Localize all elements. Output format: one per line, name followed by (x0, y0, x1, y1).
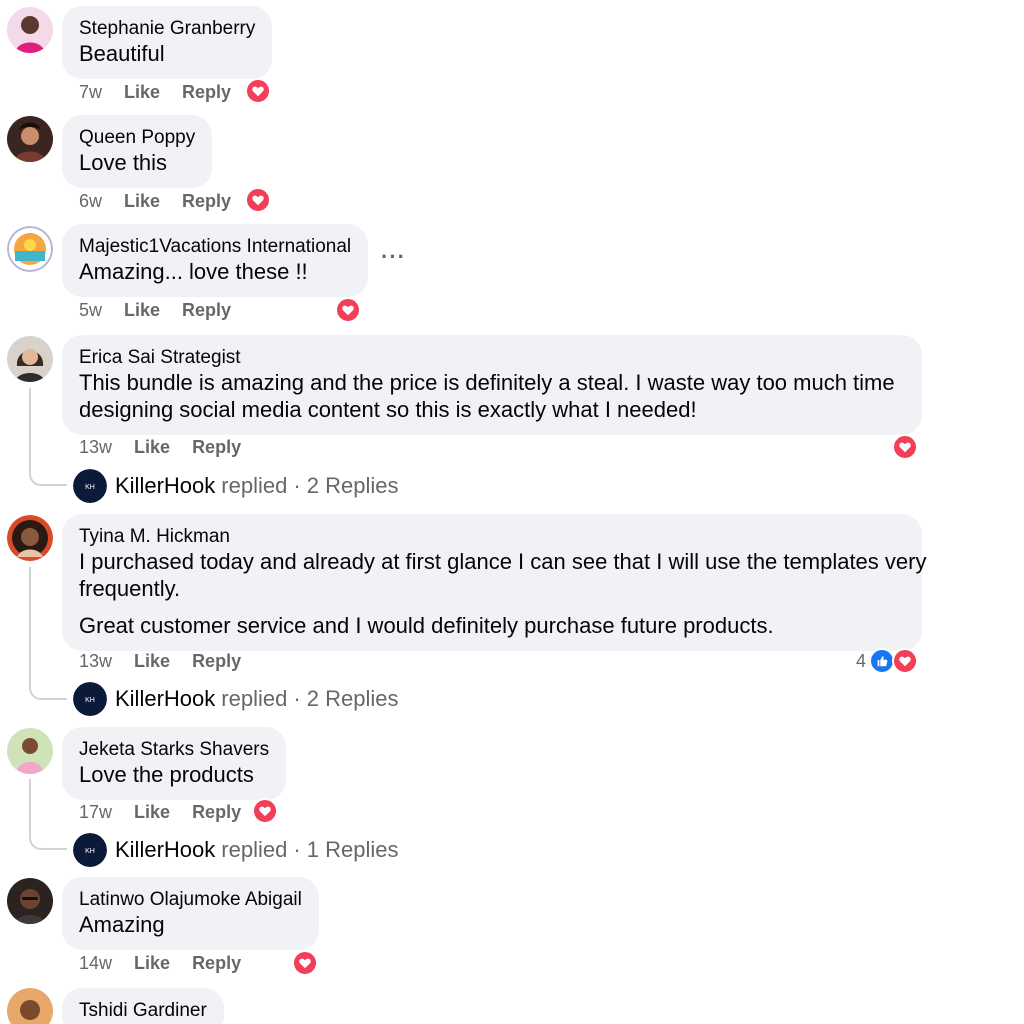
comment-actions: 7w Like Reply (79, 80, 253, 104)
avatar[interactable] (7, 7, 53, 53)
like-button[interactable]: Like (134, 651, 170, 672)
commenter-name[interactable]: Stephanie Granberry (79, 17, 255, 41)
svg-text:KH: KH (85, 484, 95, 491)
comment-actions: 6w Like Reply (79, 189, 253, 213)
comment-time[interactable]: 5w (79, 300, 102, 321)
comment-time[interactable]: 7w (79, 82, 102, 103)
reply-button[interactable]: Reply (192, 651, 241, 672)
avatar[interactable] (7, 878, 53, 924)
commenter-name[interactable]: Latinwo Olajumoke Abigail (79, 888, 302, 912)
replies-summary[interactable]: KH KillerHook replied · 2 Replies (73, 469, 398, 503)
comment-bubble: Erica Sai Strategist This bundle is amaz… (62, 335, 922, 435)
comment-text: designing social media content so this i… (79, 397, 697, 422)
comment-actions: 5w Like Reply (79, 298, 253, 322)
like-button[interactable]: Like (124, 300, 160, 321)
like-button[interactable]: Like (124, 191, 160, 212)
avatar[interactable] (7, 336, 53, 382)
like-button[interactable]: Like (134, 953, 170, 974)
thread-connector (29, 388, 67, 486)
comment-bubble: Tyina M. Hickman I purchased today and a… (62, 514, 927, 651)
replier-name[interactable]: KillerHook (115, 686, 215, 712)
avatar[interactable] (7, 515, 53, 561)
avatar[interactable] (7, 728, 53, 774)
comment-time[interactable]: 17w (79, 802, 112, 823)
comment-text: This bundle is amazing and the price is … (79, 370, 895, 395)
comment-text: Amazing... love these !! (79, 259, 308, 284)
comment-actions: 14w Like Reply (79, 951, 263, 975)
commenter-name[interactable]: Queen Poppy (79, 126, 195, 150)
thread-connector (29, 779, 67, 850)
replies-summary[interactable]: KH KillerHook replied · 1 Replies (73, 833, 398, 867)
comment-bubble: Majestic1Vacations International Amazing… (62, 224, 369, 297)
comment-bubble: Latinwo Olajumoke Abigail Amazing (62, 877, 319, 950)
reply-button[interactable]: Reply (182, 191, 231, 212)
comment-time[interactable]: 13w (79, 651, 112, 672)
love-reaction-icon[interactable] (252, 798, 278, 824)
reply-button[interactable]: Reply (192, 437, 241, 458)
comment-text: Love this (79, 150, 168, 175)
commenter-name[interactable]: Majestic1Vacations International (79, 235, 351, 259)
thread-connector (29, 567, 67, 700)
comment-actions: 13w Like Reply (79, 435, 263, 459)
commenter-name[interactable]: Tyina M. Hickman (79, 525, 905, 549)
replies-count[interactable]: 2 Replies (307, 473, 399, 499)
svg-text:KH: KH (85, 697, 95, 704)
comment-bubble: Stephanie Granberry Beautiful (62, 6, 273, 79)
replies-count[interactable]: 2 Replies (307, 686, 399, 712)
comment-text: Amazing (79, 912, 165, 937)
like-button[interactable]: Like (134, 437, 170, 458)
replies-summary[interactable]: KH KillerHook replied · 2 Replies (73, 682, 398, 716)
comment-actions: 17w Like Reply (79, 800, 263, 824)
replier-name[interactable]: KillerHook (115, 837, 215, 863)
love-reaction-icon[interactable] (292, 950, 318, 976)
avatar[interactable] (7, 116, 53, 162)
replied-label: replied · (221, 473, 301, 498)
love-reaction-icon[interactable] (892, 434, 918, 460)
comment-bubble: Jeketa Starks Shavers Love the products (62, 727, 287, 800)
commenter-name[interactable]: Tshidi Gardiner (79, 999, 207, 1023)
love-reaction-icon[interactable] (335, 297, 361, 323)
reply-button[interactable]: Reply (192, 953, 241, 974)
reply-button[interactable]: Reply (182, 300, 231, 321)
avatar[interactable]: KH (73, 682, 107, 716)
reply-button[interactable]: Reply (182, 82, 231, 103)
avatar[interactable]: KH (73, 469, 107, 503)
commenter-name[interactable]: Jeketa Starks Shavers (79, 738, 269, 762)
like-button[interactable]: Like (134, 802, 170, 823)
reply-button[interactable]: Reply (192, 802, 241, 823)
commenter-name[interactable]: Erica Sai Strategist (79, 346, 905, 370)
avatar[interactable] (7, 988, 53, 1024)
comment-text: Beautiful (79, 41, 165, 66)
comment-text: frequently. (79, 576, 181, 601)
comment-text: Great customer service and I would defin… (79, 613, 774, 638)
comment-bubble: Queen Poppy Love this (62, 115, 213, 188)
replier-name[interactable]: KillerHook (115, 473, 215, 499)
comment-time[interactable]: 14w (79, 953, 112, 974)
replies-count[interactable]: 1 Replies (307, 837, 399, 863)
comment-time[interactable]: 13w (79, 437, 112, 458)
love-reaction-icon[interactable] (245, 187, 271, 213)
more-options-icon[interactable]: ··· (381, 244, 406, 270)
comment-time[interactable]: 6w (79, 191, 102, 212)
avatar[interactable]: KH (73, 833, 107, 867)
love-reaction-icon[interactable] (892, 648, 918, 674)
comment-actions: 13w Like Reply (79, 649, 263, 673)
avatar[interactable] (7, 226, 53, 272)
comment-text: I purchased today and already at first g… (79, 549, 927, 574)
comment-text: Love the products (79, 762, 254, 787)
comment-bubble: Tshidi Gardiner (62, 988, 224, 1024)
svg-text:KH: KH (85, 848, 95, 855)
like-button[interactable]: Like (124, 82, 160, 103)
reaction-count[interactable]: 4 (856, 651, 866, 672)
love-reaction-icon[interactable] (245, 78, 271, 104)
replied-label: replied · (221, 686, 301, 711)
replied-label: replied · (221, 837, 301, 862)
